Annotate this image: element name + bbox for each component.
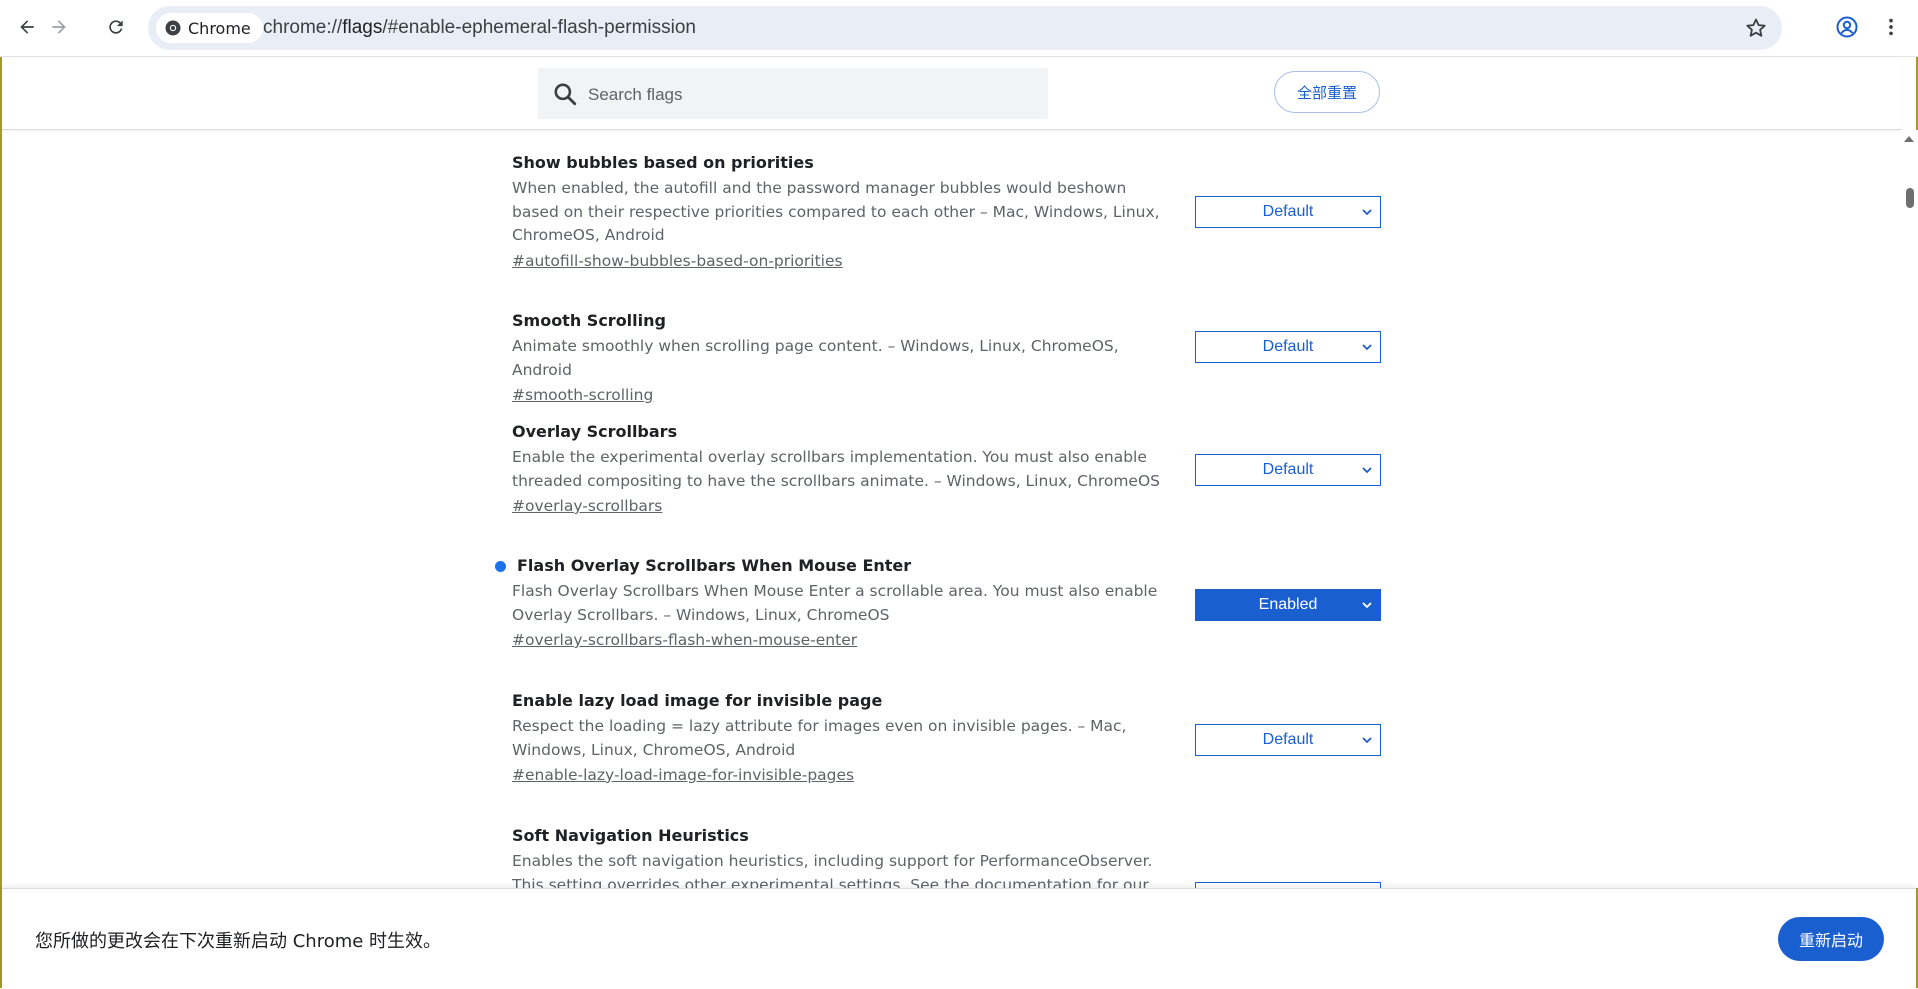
chevron-down-icon [1362, 737, 1372, 744]
browser-toolbar: Chrome chrome://flags/#enable-ephemeral-… [0, 0, 1918, 57]
select-value: Default [1262, 203, 1314, 220]
flag-item: Soft Navigation Heuristics Enables the s… [512, 825, 1392, 888]
flag-description: When enabled, the autofill and the passw… [512, 179, 1160, 244]
scrollbar-thumb[interactable] [1906, 188, 1914, 208]
flag-link[interactable]: #enable-lazy-load-image-for-invisible-pa… [512, 762, 854, 788]
flags-list: Show bubbles based on priorities When en… [0, 130, 1900, 888]
chevron-down-icon [1362, 209, 1372, 216]
profile-avatar-icon [1836, 16, 1858, 38]
select-value: Enabled [1258, 596, 1318, 613]
flag-link[interactable]: #autofill-show-bubbles-based-on-prioriti… [512, 248, 843, 274]
reload-icon [109, 20, 123, 34]
flag-link[interactable]: #overlay-scrollbars-flash-when-mouse-ent… [512, 627, 857, 653]
flag-title: Overlay Scrollbars [512, 422, 678, 441]
search-box[interactable] [538, 68, 1048, 121]
chevron-down-icon [1362, 344, 1372, 351]
flag-description: Flash Overlay Scrollbars When Mouse Ente… [512, 582, 1158, 624]
reset-all-button[interactable]: 全部重置 [1274, 71, 1380, 113]
flag-title: Flash Overlay Scrollbars When Mouse Ente… [495, 555, 1392, 577]
search-input[interactable] [586, 68, 1030, 121]
flag-description: Enable the experimental overlay scrollba… [512, 448, 1161, 490]
flag-description: Respect the loading = lazy attribute for… [512, 717, 1127, 759]
flag-select[interactable]: Default [1195, 724, 1381, 756]
flag-title-text: Flash Overlay Scrollbars When Mouse Ente… [517, 556, 912, 575]
select-value: Default [1262, 461, 1314, 478]
flag-select[interactable]: Enabled [1195, 589, 1381, 621]
arrow-left-icon [20, 20, 34, 34]
site-info-chip[interactable]: Chrome [156, 13, 263, 43]
url-path: /#enable-ephemeral-flash-permission [382, 17, 697, 38]
flag-description: Animate smoothly when scrolling page con… [512, 337, 1119, 379]
flag-select[interactable]: Default [1195, 196, 1381, 228]
url-text[interactable]: chrome://flags/#enable-ephemeral-flash-p… [263, 6, 696, 50]
site-chip-label: Chrome [188, 18, 251, 38]
relaunch-bar: 您所做的更改会在下次重新启动 Chrome 时生效。 重新启动 [2, 888, 1916, 989]
menu-button[interactable] [1878, 14, 1904, 40]
flag-title: Soft Navigation Heuristics [512, 826, 749, 845]
chrome-logo-icon [165, 20, 181, 36]
reload-button[interactable] [102, 13, 130, 41]
scrollbar-track[interactable] [1902, 130, 1918, 888]
more-vertical-icon [1889, 18, 1893, 36]
select-value: Default [1262, 338, 1314, 355]
flag-select[interactable]: Default [1195, 454, 1381, 486]
url-host: flags [342, 17, 383, 38]
scroll-up-arrow-icon[interactable] [1904, 136, 1914, 142]
chevron-down-icon [1362, 467, 1372, 474]
profile-button[interactable] [1834, 14, 1860, 40]
arrow-right-icon [52, 20, 66, 34]
back-button[interactable] [13, 13, 41, 41]
flag-select[interactable]: Default [1195, 331, 1381, 363]
select-value: Default [1262, 731, 1314, 748]
forward-button[interactable] [45, 13, 73, 41]
flags-header: 全部重置 [2, 57, 1902, 130]
flag-title: Smooth Scrolling [512, 311, 666, 330]
flag-title: Enable lazy load image for invisible pag… [512, 691, 883, 710]
flag-title: Show bubbles based on priorities [512, 153, 814, 172]
flag-description: Enables the soft navigation heuristics, … [512, 852, 1153, 888]
relaunch-button[interactable]: 重新启动 [1778, 917, 1884, 961]
address-bar[interactable]: Chrome chrome://flags/#enable-ephemeral-… [148, 6, 1782, 50]
chevron-down-icon [1362, 602, 1372, 609]
modified-indicator-dot [495, 561, 506, 572]
url-scheme: chrome:// [263, 17, 343, 38]
bookmark-star-icon[interactable] [1744, 16, 1768, 40]
relaunch-message: 您所做的更改会在下次重新启动 Chrome 时生效。 [35, 931, 442, 952]
flag-link[interactable]: #overlay-scrollbars [512, 493, 662, 519]
search-icon [554, 83, 577, 106]
flag-link[interactable]: #smooth-scrolling [512, 382, 653, 408]
